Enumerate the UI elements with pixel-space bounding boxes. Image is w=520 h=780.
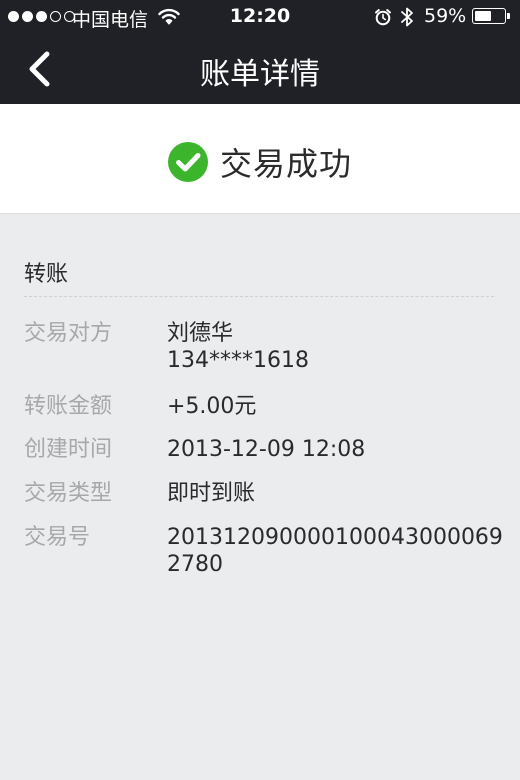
check-circle-icon [167, 142, 208, 182]
alarm-clock-icon [375, 9, 391, 26]
transaction-type: 即时到账 [167, 481, 256, 506]
detail-label: 交易对方 [24, 321, 113, 346]
battery-level-fill [475, 11, 491, 21]
bluetooth-icon [401, 7, 413, 27]
counterparty-phone: 134****1618 [167, 348, 309, 373]
created-time: 2013-12-09 12:08 [167, 437, 366, 462]
detail-value: 刘德华 134****1618 [167, 320, 507, 374]
detail-label: 转账金额 [24, 394, 113, 419]
transaction-number-line: 2780 [167, 552, 223, 577]
dashed-divider [24, 296, 494, 297]
detail-label: 交易号 [24, 525, 91, 550]
transfer-amount: +5.00元 [167, 394, 257, 419]
status-bar: 中国电信 12:20 59% [0, 0, 520, 34]
battery-percentage: 59% [424, 5, 467, 27]
battery-cap [507, 13, 510, 19]
transaction-status-text: 交易成功 [219, 145, 352, 183]
transaction-number-line: 201312090000100043000069 [167, 525, 503, 550]
navigation-bar: 账单详情 [0, 34, 520, 104]
transaction-number: 201312090000100043000069 2780 [167, 524, 507, 578]
battery-icon [472, 8, 506, 24]
detail-label: 创建时间 [24, 437, 113, 462]
counterparty-name: 刘德华 [167, 321, 234, 346]
transaction-status-card: 交易成功 [0, 104, 520, 214]
detail-label: 交易类型 [24, 481, 113, 506]
transaction-type-heading: 转账 [24, 262, 69, 287]
page-title: 账单详情 [200, 57, 320, 92]
